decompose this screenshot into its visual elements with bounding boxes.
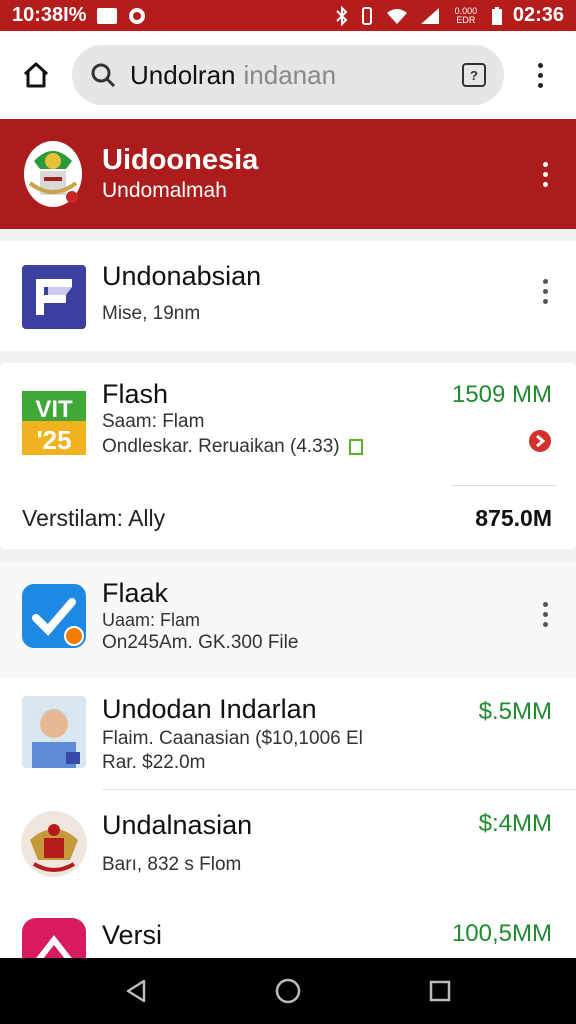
item-more-icon[interactable] xyxy=(543,279,548,304)
navigation-bar xyxy=(0,958,576,1024)
app-icon-vit: VIT '25 xyxy=(22,391,86,455)
overflow-menu-button[interactable] xyxy=(504,31,576,119)
item-subtitle-2: Rar. $22.0m xyxy=(102,752,206,773)
item-title: Flaak xyxy=(102,578,169,608)
list-card-3: Flaak Uaam: Flam On245Am. GK.300 File Un… xyxy=(0,562,576,958)
search-input[interactable]: Undolran indanan ? xyxy=(72,45,504,105)
status-time: 02:36 xyxy=(512,4,564,26)
arrow-badge-icon[interactable] xyxy=(528,429,552,453)
footer-label: Verstilam: Ally xyxy=(22,505,166,531)
item-title: Versi xyxy=(102,920,163,950)
list-card-2[interactable]: VIT '25 Flash Saam: Flam Ondleskar. Reru… xyxy=(0,363,576,549)
banner-title: Uidoonesia xyxy=(102,144,259,176)
signal-icon xyxy=(420,7,439,24)
item-subtitle-2: Ondleskar. Reruaikan (4.33) xyxy=(102,436,363,458)
home-circle-icon[interactable] xyxy=(274,977,302,1005)
status-left-text: 10:38I% xyxy=(12,4,87,26)
home-icon xyxy=(23,62,49,88)
item-price: 1509 MM xyxy=(451,381,552,408)
search-icon xyxy=(90,62,130,88)
back-icon[interactable] xyxy=(122,977,150,1005)
item-subtitle-1: Uaam: Flam xyxy=(102,610,201,630)
sync-icon xyxy=(128,7,145,24)
footer-value: 875.0M xyxy=(475,505,552,531)
wifi-icon xyxy=(386,8,407,24)
item-subtitle: Mise, 19nm xyxy=(102,303,201,324)
qr-icon[interactable]: ? xyxy=(462,63,486,87)
item-title: Undodan Indarlan xyxy=(102,694,317,724)
list-card-1[interactable]: Undonabsian Mise, 19nm xyxy=(0,241,576,351)
top-bar: Undolran indanan ? xyxy=(0,31,576,119)
list-item[interactable]: Undodan Indarlan Flaim. Caanasian ($10,1… xyxy=(0,678,576,790)
card-divider xyxy=(452,485,556,486)
icon-text-top: VIT xyxy=(35,396,73,423)
banner-subtitle: Undomalmah xyxy=(102,179,227,202)
recents-icon[interactable] xyxy=(426,977,454,1005)
vibrate-icon xyxy=(361,6,372,25)
status-bar: 10:38I% 0.000 EDR 02:36 xyxy=(0,0,576,31)
icon-text-bottom: '25 xyxy=(36,425,71,455)
emblem-logo xyxy=(24,141,82,207)
item-subtitle-2: On245Am. GK.300 File xyxy=(102,632,299,653)
item-price: $.5MM xyxy=(478,698,552,725)
emblem-icon xyxy=(21,811,87,877)
data-speed: 0.000 EDR xyxy=(454,5,478,25)
item-title: Undalnasian xyxy=(102,810,253,840)
banner-more-icon[interactable] xyxy=(543,161,548,187)
app-icon-check xyxy=(22,584,86,648)
notification-icon xyxy=(96,7,117,24)
home-button[interactable] xyxy=(0,31,72,119)
item-title: Undonabsian xyxy=(102,261,262,291)
app-icon-pink xyxy=(22,918,86,958)
item-subtitle-1: Barı, 832 s Flom xyxy=(102,854,242,875)
item-price: 100,5MM xyxy=(451,920,552,947)
item-title: Flash xyxy=(102,379,169,409)
item-subtitle-1: Saam: Flam xyxy=(102,411,205,432)
header-banner: Uidoonesia Undomalmah xyxy=(0,119,576,229)
list-item[interactable]: Versi 100,5MM xyxy=(0,898,576,958)
bluetooth-icon xyxy=(336,5,348,26)
item-price: $:4MM xyxy=(478,810,552,837)
search-hint: indanan xyxy=(243,59,337,90)
item-subtitle-1: Flaim. Caanasian ($10,1006 El xyxy=(102,728,363,749)
item-rating-text: Ondleskar. Reruaikan (4.33) xyxy=(102,436,340,457)
battery-icon xyxy=(491,6,502,25)
list-item[interactable]: Flaak Uaam: Flam On245Am. GK.300 File xyxy=(0,562,576,678)
more-icon xyxy=(537,62,543,88)
search-query: Undolran xyxy=(130,59,236,90)
verified-icon xyxy=(348,438,363,455)
app-icon-f xyxy=(22,265,86,329)
list-item[interactable]: Undalnasian Barı, 832 s Flom $:4MM xyxy=(0,790,576,898)
item-more-icon[interactable] xyxy=(543,602,548,627)
portrait-icon xyxy=(22,696,86,768)
